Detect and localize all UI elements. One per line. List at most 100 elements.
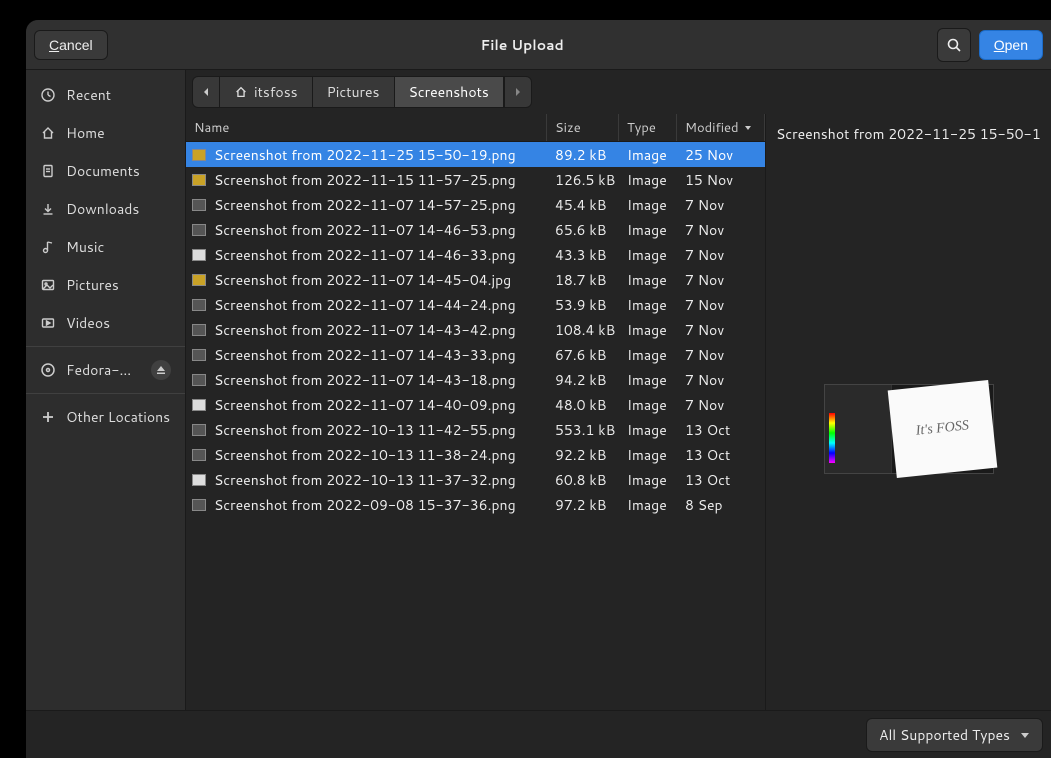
file-row[interactable]: Screenshot from 2022-10-13 11-37-32.png 6…	[186, 467, 765, 492]
titlebar: Cancel File Upload Open	[26, 20, 1051, 70]
file-modified: 13 Oct	[677, 470, 765, 490]
home-icon	[234, 85, 248, 99]
file-type: Image	[619, 245, 677, 265]
preview-thumbnail: It's FOSS	[824, 384, 994, 474]
file-area: Name Size Type Modified Screenshot from …	[186, 114, 1051, 710]
path-back-button[interactable]	[192, 76, 220, 108]
file-row[interactable]: Screenshot from 2022-10-13 11-42-55.png 5…	[186, 417, 765, 442]
file-size: 60.8 kB	[547, 470, 619, 490]
path-segment-screenshots[interactable]: Screenshots	[395, 76, 504, 108]
eject-button[interactable]	[151, 360, 171, 380]
file-name: Screenshot from 2022-10-13 11-42-55.png	[214, 420, 516, 440]
sidebar-item-pictures[interactable]: Pictures	[26, 266, 185, 304]
column-headers: Name Size Type Modified	[186, 114, 765, 142]
sidebar-item-downloads[interactable]: Downloads	[26, 190, 185, 228]
file-rows[interactable]: Screenshot from 2022-11-25 15-50-19.png8…	[186, 142, 765, 710]
file-type: Image	[619, 295, 677, 315]
sort-desc-icon	[743, 123, 753, 133]
file-name: Screenshot from 2022-11-07 14-57-25.png	[214, 195, 516, 215]
file-modified: 7 Nov	[677, 220, 765, 240]
file-modified: 8 Sep	[677, 495, 765, 515]
sidebar-item-label: Videos	[66, 313, 110, 333]
file-thumbnail	[192, 499, 206, 511]
path-segment-label: itsfoss	[254, 82, 298, 102]
column-header-size[interactable]: Size	[547, 114, 619, 141]
file-modified: 7 Nov	[677, 295, 765, 315]
file-row[interactable]: Screenshot from 2022-11-07 14-46-53.png6…	[186, 217, 765, 242]
file-size: 553.1 kB	[547, 420, 619, 440]
file-type: Image	[619, 170, 677, 190]
path-forward-button[interactable]	[504, 76, 532, 108]
path-segment-pictures[interactable]: Pictures	[313, 76, 395, 108]
column-header-name[interactable]: Name	[186, 114, 547, 141]
eject-icon	[156, 365, 166, 375]
file-thumbnail	[192, 424, 206, 436]
sidebar-item-music[interactable]: Music	[26, 228, 185, 266]
preview-filename: Screenshot from 2022-11-25 15-50-19.png	[776, 124, 1041, 144]
open-button[interactable]: Open	[979, 30, 1043, 60]
file-row[interactable]: Screenshot from 2022-11-07 14-57-25.png4…	[186, 192, 765, 217]
file-row[interactable]: Screenshot from 2022-11-07 14-44-24.png 5…	[186, 292, 765, 317]
sidebar-item-recent[interactable]: Recent	[26, 76, 185, 114]
file-thumbnail	[192, 249, 206, 261]
column-header-modified[interactable]: Modified	[677, 114, 765, 141]
file-thumbnail	[192, 349, 206, 361]
sidebar-item-device[interactable]: Fedora-…	[26, 351, 185, 389]
cancel-button[interactable]: Cancel	[34, 30, 108, 60]
file-name: Screenshot from 2022-11-15 11-57-25.png	[214, 170, 516, 190]
file-type: Image	[619, 220, 677, 240]
sidebar-item-home[interactable]: Home	[26, 114, 185, 152]
sidebar-item-label: Fedora-…	[66, 360, 131, 380]
file-thumbnail	[192, 449, 206, 461]
chevron-down-icon	[1020, 730, 1030, 740]
file-row[interactable]: Screenshot from 2022-11-07 14-43-18.png9…	[186, 367, 765, 392]
file-modified: 15 Nov	[677, 170, 765, 190]
sidebar-separator	[26, 393, 185, 394]
file-name: Screenshot from 2022-11-07 14-46-53.png	[214, 220, 516, 240]
file-name: Screenshot from 2022-11-07 14-43-42.png	[214, 320, 516, 340]
file-size: 97.2 kB	[547, 495, 619, 515]
sidebar-item-other-locations[interactable]: Other Locations	[26, 398, 185, 436]
sidebar: RecentHomeDocuments Downloads MusicPicture…	[26, 70, 186, 710]
file-row[interactable]: Screenshot from 2022-11-07 14-45-04.jpg1…	[186, 267, 765, 292]
file-modified: 7 Nov	[677, 345, 765, 365]
search-button[interactable]	[937, 28, 971, 62]
file-type: Image	[619, 145, 677, 165]
file-row[interactable]: Screenshot from 2022-11-07 14-46-33.png4…	[186, 242, 765, 267]
sidebar-separator	[26, 346, 185, 347]
file-row[interactable]: Screenshot from 2022-09-08 15-37-36.png9…	[186, 492, 765, 517]
filter-label: All Supported Types	[879, 725, 1010, 745]
sidebar-item-documents[interactable]: Documents	[26, 152, 185, 190]
file-row[interactable]: Screenshot from 2022-11-07 14-40-09.png4…	[186, 392, 765, 417]
file-chooser-dialog: Cancel File Upload Open RecentHomeDocume…	[26, 20, 1051, 758]
column-header-type[interactable]: Type	[619, 114, 677, 141]
file-row[interactable]: Screenshot from 2022-10-13 11-38-24.png 9…	[186, 442, 765, 467]
file-name: Screenshot from 2022-11-07 14-44-24.png	[214, 295, 516, 315]
videos-icon	[40, 315, 56, 331]
sidebar-item-videos[interactable]: Videos	[26, 304, 185, 342]
file-name: Screenshot from 2022-11-07 14-46-33.png	[214, 245, 516, 265]
file-name: Screenshot from 2022-10-13 11-37-32.png	[214, 470, 516, 490]
file-size: 53.9 kB	[547, 295, 619, 315]
file-row[interactable]: Screenshot from 2022-11-15 11-57-25.png 1…	[186, 167, 765, 192]
file-name: Screenshot from 2022-10-13 11-38-24.png	[214, 445, 516, 465]
sidebar-item-label: Downloads	[66, 199, 139, 219]
file-row[interactable]: Screenshot from 2022-11-07 14-43-33.png6…	[186, 342, 765, 367]
main-panel: itsfoss PicturesScreenshots Name Size Typ…	[186, 70, 1051, 710]
file-row[interactable]: Screenshot from 2022-11-07 14-43-42.png1…	[186, 317, 765, 342]
documents-icon	[40, 163, 56, 179]
content-area: RecentHomeDocumentsDownloadsMusicPicture…	[26, 70, 1051, 710]
path-segment-itsfoss[interactable]: itsfoss	[220, 76, 313, 108]
file-row[interactable]: Screenshot from 2022-11-25 15-50-19.png8…	[186, 142, 765, 167]
file-thumbnail	[192, 399, 206, 411]
file-type: Image	[619, 270, 677, 290]
file-size: 92.2 kB	[547, 445, 619, 465]
chevron-left-icon	[201, 87, 211, 97]
file-name: Screenshot from 2022-11-07 14-43-33.png	[214, 345, 516, 365]
file-type: Image	[619, 345, 677, 365]
file-thumbnail	[192, 149, 206, 161]
file-thumbnail	[192, 224, 206, 236]
file-modified: 13 Oct	[677, 420, 765, 440]
file-type-filter[interactable]: All Supported Types	[866, 718, 1043, 752]
footer: All Supported Types	[26, 710, 1051, 758]
